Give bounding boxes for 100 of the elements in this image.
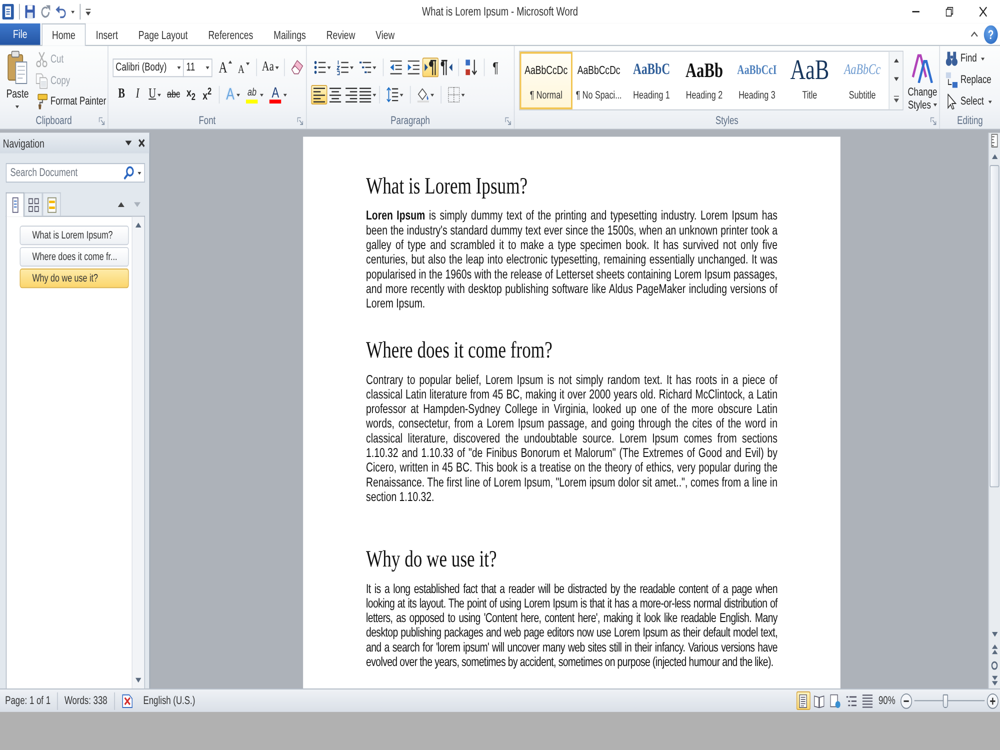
scroll-thumb[interactable] bbox=[990, 165, 1000, 488]
up-arrow-icon[interactable] bbox=[135, 222, 142, 228]
grow-font-button[interactable]: A bbox=[216, 58, 236, 78]
group-label: Font bbox=[198, 114, 216, 126]
heading-item[interactable]: Where does it come fr... bbox=[20, 247, 129, 267]
dialog-launcher-icon[interactable] bbox=[505, 116, 511, 124]
zoom-slider[interactable] bbox=[914, 692, 985, 708]
list-scrollbar[interactable] bbox=[132, 216, 144, 688]
view-button[interactable] bbox=[796, 691, 810, 710]
change-styles-button[interactable]: Change Styles bbox=[906, 50, 940, 112]
show-formatting-marks-button[interactable]: ¶ bbox=[488, 58, 503, 78]
double-down-arrow-icon[interactable] bbox=[992, 676, 998, 686]
highlight-button[interactable]: ab bbox=[243, 84, 267, 104]
change-case-button[interactable]: Aa bbox=[260, 58, 281, 78]
down-arrow-icon[interactable] bbox=[894, 77, 899, 82]
circular-arrow-icon[interactable] bbox=[40, 4, 50, 19]
word-count[interactable]: Words: 338 bbox=[64, 694, 108, 707]
more-arrow-icon[interactable] bbox=[894, 95, 899, 102]
search-icon[interactable] bbox=[124, 166, 134, 180]
select-button[interactable]: Select bbox=[944, 90, 994, 112]
save-icon[interactable] bbox=[24, 4, 36, 19]
double-up-arrow-icon[interactable] bbox=[992, 644, 998, 654]
caret-icon[interactable] bbox=[125, 140, 132, 146]
section-heading: Where does it come from? bbox=[366, 336, 554, 364]
style-preview: AaB bbox=[790, 54, 830, 86]
style-tile[interactable]: AaBbCcI Heading 3 bbox=[730, 52, 784, 110]
pane-view-tab[interactable] bbox=[42, 192, 61, 216]
pane-view-tab[interactable] bbox=[6, 192, 24, 217]
pane-view-tab[interactable] bbox=[24, 192, 42, 216]
ribbon-tab[interactable]: View bbox=[365, 23, 405, 45]
customize-caret-icon[interactable] bbox=[86, 8, 91, 16]
dialog-launcher-icon[interactable] bbox=[930, 116, 936, 124]
style-tile[interactable]: AaBbCcDc ¶ Normal bbox=[520, 52, 572, 110]
italic-button[interactable]: I bbox=[130, 84, 146, 104]
align-right-button[interactable] bbox=[343, 84, 360, 104]
chevron-up-icon[interactable] bbox=[970, 31, 978, 38]
replace-button[interactable]: Replace bbox=[944, 69, 993, 91]
style-tile[interactable]: AaBbCc Subtitle bbox=[836, 52, 889, 110]
subscript-button[interactable]: x$_{2}$ bbox=[182, 84, 200, 104]
style-name: Heading 2 bbox=[686, 90, 723, 102]
close-icon bbox=[980, 6, 987, 17]
bold-button[interactable]: B bbox=[113, 84, 130, 104]
ribbon-tab[interactable]: References bbox=[198, 23, 264, 45]
zoom-level[interactable]: 90% bbox=[878, 694, 896, 707]
paintbrush-icon bbox=[36, 94, 48, 110]
find-button[interactable]: Find bbox=[944, 48, 986, 70]
caret-icon[interactable] bbox=[71, 10, 75, 14]
increase-indent-icon bbox=[408, 60, 420, 76]
align-left-button[interactable] bbox=[311, 84, 328, 104]
search-field[interactable]: Search Document bbox=[6, 164, 120, 182]
search-box[interactable]: Search Document bbox=[6, 163, 145, 183]
close-icon[interactable] bbox=[138, 138, 145, 148]
zoom-in-icon[interactable] bbox=[986, 692, 999, 708]
file-tab[interactable]: File bbox=[0, 23, 40, 45]
heading-item[interactable]: Why do we use it? bbox=[20, 268, 129, 288]
up-arrow-icon[interactable] bbox=[894, 58, 899, 63]
ribbon-tab[interactable]: Mailings bbox=[263, 23, 316, 45]
format-painter-button[interactable]: Format Painter bbox=[34, 91, 108, 112]
font-name-field[interactable]: Calibri (Body) bbox=[112, 58, 184, 77]
caret-icon[interactable] bbox=[138, 171, 142, 174]
ribbon-tab[interactable]: Insert bbox=[86, 23, 128, 45]
right-to-left-button[interactable] bbox=[438, 58, 455, 78]
up-arrow-icon[interactable] bbox=[118, 202, 124, 207]
ruler-icon[interactable] bbox=[991, 134, 998, 148]
dialog-launcher-icon[interactable] bbox=[297, 116, 304, 124]
ribbon-tab[interactable]: Review bbox=[316, 23, 366, 45]
vertical-scrollbar[interactable] bbox=[988, 132, 1000, 688]
page-count[interactable]: Page: 1 of 1 bbox=[5, 694, 51, 707]
superscript-button[interactable]: x$^{2}$ bbox=[199, 84, 216, 104]
style-tile[interactable]: AaB Title bbox=[783, 52, 836, 110]
down-arrow-icon[interactable] bbox=[135, 678, 142, 683]
strikethrough-button[interactable]: abc bbox=[164, 84, 183, 104]
ribbon-tab[interactable]: Page Layout bbox=[128, 23, 198, 45]
justify-button[interactable] bbox=[359, 84, 376, 104]
slider-thumb[interactable] bbox=[942, 694, 948, 708]
undo-icon[interactable] bbox=[56, 4, 66, 19]
up-arrow-icon[interactable] bbox=[992, 154, 998, 159]
font-size-field[interactable]: 11 bbox=[183, 58, 212, 77]
cursor-arrow-icon bbox=[946, 94, 958, 110]
language[interactable]: English (U.S.) bbox=[143, 694, 196, 707]
shrink-font-button[interactable]: A bbox=[235, 58, 252, 78]
style-tile[interactable]: AaBbCcDc ¶ No Spaci... bbox=[572, 52, 626, 110]
heading-item[interactable]: What is Lorem Ipsum? bbox=[20, 226, 129, 246]
ribbon-tab[interactable]: Home bbox=[42, 23, 86, 46]
gallery-scrollbar[interactable] bbox=[888, 52, 903, 110]
dialog-launcher-icon[interactable] bbox=[98, 116, 105, 124]
app-icon[interactable] bbox=[2, 4, 14, 20]
style-tile[interactable]: AaBb Heading 2 bbox=[678, 52, 731, 110]
left-to-right-button[interactable] bbox=[422, 58, 438, 78]
style-tile[interactable]: AaBbC Heading 1 bbox=[625, 52, 678, 110]
center-button[interactable] bbox=[327, 84, 344, 104]
underline-button[interactable]: U bbox=[146, 84, 164, 104]
proofing-icon[interactable] bbox=[121, 692, 133, 708]
paste-button[interactable]: Paste bbox=[2, 48, 33, 112]
down-arrow-icon[interactable] bbox=[992, 631, 998, 636]
caret-icon bbox=[933, 104, 937, 107]
outline-icon bbox=[846, 694, 857, 708]
font-color-button[interactable]: A bbox=[266, 84, 290, 104]
zoom-out-icon[interactable] bbox=[900, 692, 912, 708]
style-name: ¶ Normal bbox=[530, 90, 562, 102]
